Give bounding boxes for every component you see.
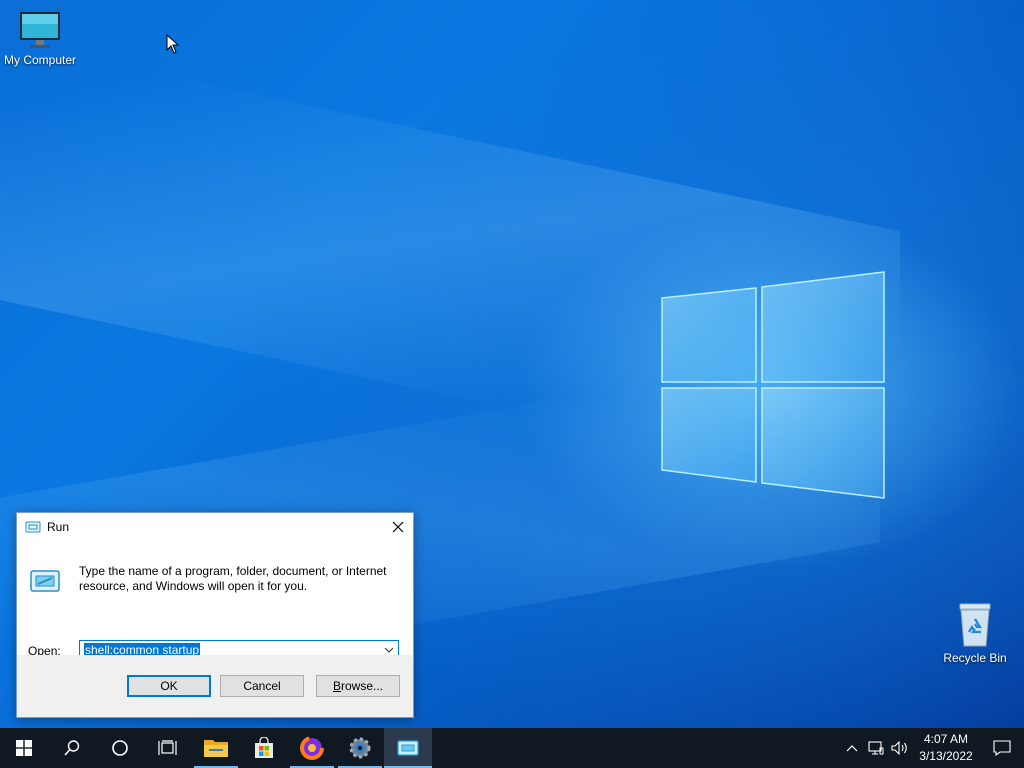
run-icon	[30, 570, 60, 592]
notifications-icon	[993, 740, 1011, 756]
computer-icon	[20, 12, 60, 48]
desktop-icon-label: Recycle Bin	[943, 651, 1007, 665]
browse-button[interactable]: Browse...	[316, 675, 400, 697]
run-dialog: Run Type the name of a program, folder, …	[16, 512, 414, 718]
task-view-button[interactable]	[144, 728, 192, 768]
close-button[interactable]	[383, 513, 413, 541]
start-icon	[16, 740, 32, 756]
chevron-up-icon	[846, 745, 858, 752]
ok-button[interactable]: OK	[127, 675, 211, 697]
action-center-button[interactable]	[980, 728, 1024, 768]
run-dialog-titlebar[interactable]: Run	[17, 513, 413, 541]
close-icon	[392, 521, 404, 533]
task-view-icon	[158, 740, 177, 755]
run-dialog-body: Type the name of a program, folder, docu…	[17, 541, 413, 662]
mouse-cursor-icon	[166, 34, 180, 54]
desktop-icon-my-computer[interactable]: My Computer	[0, 10, 80, 67]
taskbar: 4:07 AM 3/13/2022	[0, 728, 1024, 768]
network-button[interactable]	[864, 728, 888, 768]
run-app-icon	[397, 740, 419, 756]
taskbar-store[interactable]	[240, 728, 288, 768]
recycle-bin-icon	[959, 603, 991, 647]
settings-icon	[349, 737, 371, 759]
windows-logo-wallpaper	[661, 271, 885, 499]
run-dialog-footer: OK Cancel Browse...	[17, 655, 413, 717]
chevron-down-icon[interactable]	[384, 645, 394, 655]
run-description: Type the name of a program, folder, docu…	[79, 564, 387, 593]
network-icon	[868, 741, 884, 755]
cancel-button[interactable]: Cancel	[220, 675, 304, 697]
taskbar-settings[interactable]	[336, 728, 384, 768]
search-button[interactable]	[48, 728, 96, 768]
volume-button[interactable]	[888, 728, 912, 768]
firefox-icon	[300, 736, 324, 760]
show-hidden-icons-button[interactable]	[840, 728, 864, 768]
taskbar-file-explorer[interactable]	[192, 728, 240, 768]
cortana-button[interactable]	[96, 728, 144, 768]
taskbar-firefox[interactable]	[288, 728, 336, 768]
file-explorer-icon	[204, 740, 228, 757]
clock-date: 3/13/2022	[919, 749, 973, 763]
volume-icon	[891, 741, 907, 755]
clock-time: 4:07 AM	[923, 732, 969, 746]
run-title-icon	[25, 520, 41, 534]
cortana-icon	[112, 740, 128, 756]
search-icon	[64, 740, 80, 756]
start-button[interactable]	[0, 728, 48, 768]
desktop-icon-recycle-bin[interactable]: Recycle Bin	[935, 602, 1015, 665]
taskbar-clock[interactable]: 4:07 AM 3/13/2022	[912, 731, 980, 765]
system-tray: 4:07 AM 3/13/2022	[840, 728, 1024, 768]
run-dialog-title: Run	[47, 520, 70, 534]
desktop-icon-label: My Computer	[3, 53, 77, 67]
store-icon	[255, 737, 273, 758]
taskbar-run[interactable]	[384, 728, 432, 768]
